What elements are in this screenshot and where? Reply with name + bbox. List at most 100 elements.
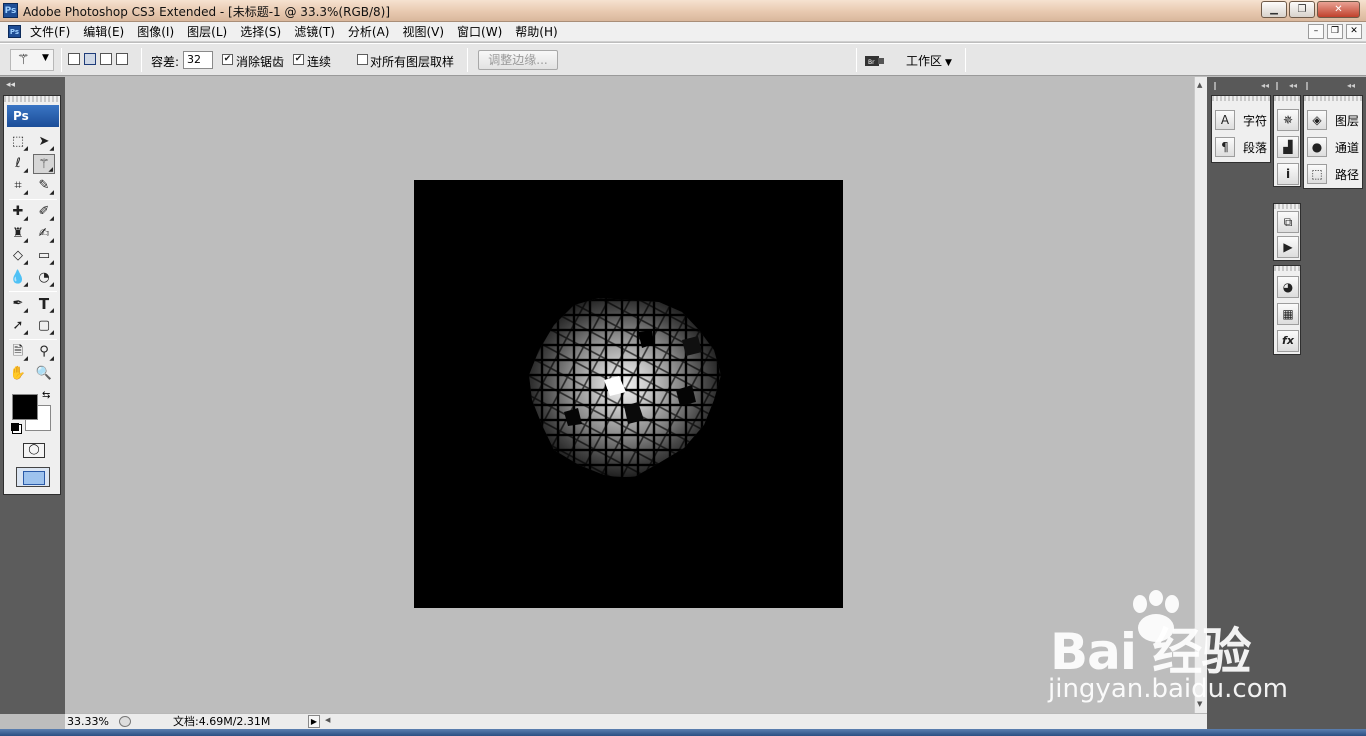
shape-tool-icon[interactable]: ▢ ◢ — [33, 316, 55, 336]
navigator-icon[interactable]: ✵ — [1277, 109, 1299, 131]
panel-grip[interactable] — [1304, 96, 1362, 101]
collapse-icon[interactable]: ◂◂ — [1347, 80, 1355, 92]
menu-help[interactable]: 帮助(H) — [515, 24, 564, 40]
maximize-button[interactable]: ❐ — [1289, 1, 1315, 18]
anti-alias-label: 消除锯齿 — [236, 55, 285, 69]
paragraph-panel-tab[interactable]: ¶ 段落 — [1215, 136, 1267, 158]
close-button[interactable]: ✕ — [1317, 1, 1360, 18]
layers-icon: ◈ — [1307, 110, 1327, 130]
bridge-icon[interactable]: Br — [864, 52, 886, 68]
magic-wand-tool-icon[interactable]: ⚚ ◢ — [33, 154, 55, 174]
healing-brush-icon[interactable]: ✚ ◢ — [7, 202, 29, 222]
zoom-tool-icon[interactable]: 🔍 — [33, 364, 55, 384]
refine-edge-button[interactable]: 调整边缘... — [478, 50, 558, 70]
collapse-icon[interactable]: ◂◂ — [1261, 80, 1269, 92]
default-colors-icon[interactable] — [11, 423, 19, 431]
panel-grip[interactable] — [1274, 96, 1300, 101]
styles-icon[interactable]: fx — [1277, 330, 1299, 352]
panel-grip[interactable] — [1274, 204, 1300, 209]
menu-layer[interactable]: 图层(L) — [187, 24, 234, 40]
contiguous-checkbox[interactable]: ✔ — [293, 54, 304, 65]
menu-select[interactable]: 选择(S) — [240, 24, 288, 40]
history-icon[interactable]: ⧉ — [1277, 211, 1299, 233]
paths-panel-tab[interactable]: ⬚ 路径 — [1307, 163, 1359, 185]
panel-grip[interactable] — [1274, 266, 1300, 271]
doc-restore-button[interactable]: ❐ — [1327, 24, 1343, 39]
svg-text:Br: Br — [868, 59, 875, 66]
doc-close-button[interactable]: ✕ — [1346, 24, 1362, 39]
type-tool-icon[interactable]: T ◢ — [33, 294, 55, 314]
move-tool-icon[interactable]: ➤ ◢ — [33, 132, 55, 152]
window-controls: ▁ ❐ ✕ — [1261, 1, 1360, 18]
path-selection-icon[interactable]: ➚ ◢ — [7, 316, 29, 336]
swap-colors-icon[interactable]: ⇆ — [42, 390, 50, 401]
slice-tool-icon[interactable]: ✎ ◢ — [33, 176, 55, 196]
panel-grip[interactable] — [1212, 96, 1270, 101]
histogram-icon[interactable]: ▟ — [1277, 136, 1299, 158]
intersect-selection-mode[interactable] — [116, 53, 128, 65]
vertical-scrollbar[interactable]: ▲ ▼ — [1194, 77, 1207, 714]
menu-image[interactable]: 图像(I) — [137, 24, 181, 40]
menu-window[interactable]: 窗口(W) — [457, 24, 509, 40]
menu-analysis[interactable]: 分析(A) — [348, 24, 397, 40]
add-to-selection-mode[interactable] — [84, 53, 96, 65]
options-bar: ⚚ ▼ 容差: 32 ✔ 消除锯齿 ✔ 连续 对所有图层取样 调整边缘... B… — [0, 43, 1366, 76]
minimize-button[interactable]: ▁ — [1261, 1, 1287, 18]
document-window-controls: – ❐ ✕ — [1308, 24, 1362, 39]
actions-icon[interactable]: ▶ — [1277, 236, 1299, 258]
pen-tool-icon[interactable]: ✒ ◢ — [7, 294, 29, 314]
notes-tool-icon[interactable]: 🗎 ◢ — [7, 342, 29, 362]
collapse-icon[interactable]: ◂◂ — [1289, 80, 1297, 92]
clone-stamp-icon[interactable]: ♜ ◢ — [7, 224, 29, 244]
tool-preset-picker[interactable]: ⚚ ▼ — [10, 49, 54, 71]
menu-filter[interactable]: 滤镜(T) — [294, 24, 342, 40]
doc-minimize-button[interactable]: – — [1308, 24, 1324, 39]
divider — [9, 291, 57, 292]
status-menu-button[interactable]: ▶ — [308, 715, 320, 728]
collapse-icon[interactable]: ◂◂ — [6, 80, 15, 90]
document-canvas[interactable] — [414, 180, 843, 608]
history-brush-icon[interactable]: ✍ ◢ — [33, 224, 55, 244]
document-icon[interactable]: Ps — [8, 25, 21, 38]
new-selection-mode[interactable] — [68, 53, 80, 65]
lasso-tool-icon[interactable]: ℓ ◢ — [7, 154, 29, 174]
color-icon[interactable]: ◕ — [1277, 276, 1299, 298]
foreground-color-swatch[interactable] — [12, 394, 38, 420]
dock-grip-icon[interactable]: ‖ — [1213, 80, 1217, 92]
subtract-from-selection-mode[interactable] — [100, 53, 112, 65]
dodge-tool-icon[interactable]: ◔ ◢ — [33, 268, 55, 288]
anti-alias-checkbox[interactable]: ✔ — [222, 54, 233, 65]
app-icon[interactable]: Ps — [3, 3, 18, 18]
blur-tool-icon[interactable]: 💧 ◢ — [7, 268, 29, 288]
panel-dock: ‖ ◂◂ ‖ ◂◂ ‖ ◂◂ A 字符 ¶ 段落 ✵ ▟ i ⧉ ▶ ◕ ▦ f… — [1207, 77, 1366, 729]
toolbox-grip[interactable] — [4, 96, 60, 102]
dock-grip-icon[interactable]: ‖ — [1275, 80, 1279, 92]
eraser-tool-icon[interactable]: ◇ ◢ — [7, 246, 29, 266]
workspace-menu[interactable]: 工作区 ▼ — [906, 52, 952, 69]
scroll-down-icon[interactable]: ▼ — [1197, 700, 1202, 708]
crop-tool-icon[interactable]: ⌗ ◢ — [7, 176, 29, 196]
chevron-down-icon: ▼ — [42, 53, 49, 63]
character-panel-tab[interactable]: A 字符 — [1215, 109, 1267, 131]
eyedropper-tool-icon[interactable]: ⚲ ◢ — [33, 342, 55, 362]
marquee-tool-icon[interactable]: ⬚ ◢ — [7, 132, 29, 152]
brush-tool-icon[interactable]: ✐ ◢ — [33, 202, 55, 222]
info-icon[interactable]: i — [1277, 163, 1299, 185]
screen-mode-button[interactable] — [16, 467, 50, 487]
scroll-up-icon[interactable]: ▲ — [1197, 81, 1202, 89]
gradient-tool-icon[interactable]: ▭ ◢ — [33, 246, 55, 266]
menu-view[interactable]: 视图(V) — [402, 24, 451, 40]
sample-all-layers-checkbox[interactable] — [357, 54, 368, 65]
toolbox-logo[interactable]: Ps — [7, 105, 59, 127]
dock-grip-icon[interactable]: ‖ — [1305, 80, 1309, 92]
menu-edit[interactable]: 编辑(E) — [83, 24, 131, 40]
swatches-icon[interactable]: ▦ — [1277, 303, 1299, 325]
layers-panel-tab[interactable]: ◈ 图层 — [1307, 109, 1359, 131]
quick-mask-button[interactable]: ◯ — [23, 443, 45, 458]
channels-panel-tab[interactable]: ● 通道 — [1307, 136, 1359, 158]
hand-tool-icon[interactable]: ✋ — [7, 364, 29, 384]
scroll-left-icon[interactable]: ◀ — [325, 716, 330, 724]
menu-file[interactable]: 文件(F) — [30, 24, 77, 40]
tolerance-input[interactable]: 32 — [183, 51, 213, 69]
zoom-level-field[interactable]: 33.33% — [67, 715, 117, 728]
